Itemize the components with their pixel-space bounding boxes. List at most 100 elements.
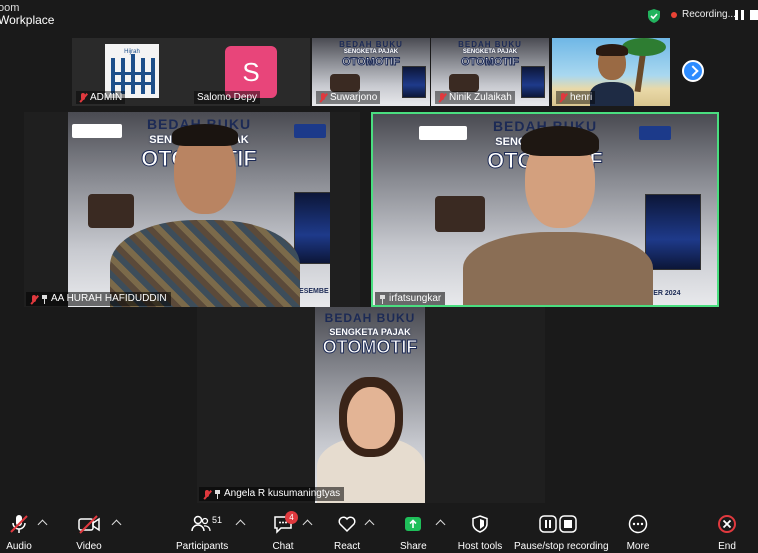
mic-off-icon bbox=[30, 294, 38, 304]
video-label: Video bbox=[76, 541, 102, 552]
gallery-tile-ninik[interactable]: BEDAH BUKU SENGKETA PAJAK OTOMOTIF Ninik… bbox=[431, 38, 549, 106]
svg-text:Hijrah: Hijrah bbox=[124, 49, 140, 55]
gallery-name-suwarjono: Suwarjono bbox=[316, 91, 381, 104]
speaker-name-irfatsungkar: irfatsungkar bbox=[375, 292, 446, 305]
end-label: End bbox=[718, 541, 736, 552]
book-cover bbox=[645, 194, 701, 270]
pin-icon bbox=[379, 294, 386, 304]
video-options-chevron-icon[interactable] bbox=[111, 519, 122, 530]
speaker-tile-angela[interactable]: BEDAH BUKU SENGKETA PAJAK OTOMOTIF Angel… bbox=[197, 307, 545, 503]
host-tools-button[interactable]: Host tools bbox=[456, 513, 504, 552]
share-label: Share bbox=[400, 541, 427, 552]
banner-subtitle: SENGKETA PAJAK bbox=[462, 49, 518, 55]
hijrah-logo-icon: Hijrah bbox=[105, 44, 159, 98]
mic-off-icon bbox=[438, 93, 446, 102]
chat-options-chevron-icon[interactable] bbox=[302, 519, 313, 530]
next-page-button[interactable] bbox=[682, 60, 704, 82]
banner-subtitle: SENGKETA PAJAK bbox=[329, 327, 411, 337]
participant-name: Angela R kusumaningtyas bbox=[224, 488, 341, 499]
participant-name: ADMIN bbox=[90, 92, 123, 103]
share-screen-icon bbox=[405, 517, 421, 531]
participants-count: 51 bbox=[212, 515, 223, 525]
participants-label: Participants bbox=[176, 541, 229, 552]
recording-dot-icon bbox=[671, 12, 677, 18]
title-bar: oom Workplace Recording... bbox=[0, 0, 758, 32]
participants-button[interactable]: 51 Participants bbox=[176, 513, 229, 552]
end-meeting-button[interactable]: End bbox=[714, 513, 740, 552]
gavel-image bbox=[449, 74, 479, 92]
gallery-name-salomo: Salomo Depy bbox=[194, 91, 261, 104]
recording-controls-icon bbox=[539, 515, 577, 533]
avatar-body bbox=[590, 82, 634, 106]
book-cover bbox=[521, 66, 545, 98]
book-cover bbox=[294, 192, 330, 264]
video-button[interactable]: Video bbox=[74, 513, 104, 552]
speaker-head bbox=[347, 387, 395, 449]
book-cover bbox=[402, 66, 426, 98]
react-label: React bbox=[334, 541, 361, 552]
audio-button[interactable]: Audio bbox=[4, 513, 34, 552]
gallery-name-henri: henri bbox=[556, 91, 596, 104]
audio-label: Audio bbox=[6, 541, 32, 552]
meeting-toolbar: Audio Video 51 Participants 4 Chat React… bbox=[0, 509, 758, 553]
recording-label: Pause/stop recording bbox=[514, 541, 609, 552]
gallery-tile-salomo[interactable]: S Salomo Depy bbox=[192, 38, 310, 106]
banner-title: BEDAH BUKU bbox=[324, 311, 416, 325]
participants-options-chevron-icon[interactable] bbox=[235, 519, 246, 530]
pause-recording-icon[interactable] bbox=[735, 10, 745, 20]
react-options-chevron-icon[interactable] bbox=[364, 519, 375, 530]
speaker-name-angela: Angela R kusumaningtyas bbox=[199, 487, 345, 501]
gavel-image bbox=[88, 194, 134, 228]
mic-off-icon bbox=[319, 93, 327, 102]
video-off-icon bbox=[78, 515, 100, 534]
banner-subject: OTOMOTIF bbox=[322, 337, 418, 358]
react-button[interactable]: React bbox=[334, 513, 360, 552]
shield-icon[interactable] bbox=[646, 8, 662, 24]
more-icon bbox=[628, 514, 648, 534]
gallery-name-admin: ADMIN bbox=[76, 91, 126, 104]
stop-recording-icon[interactable] bbox=[750, 10, 758, 20]
gallery-name-ninik: Ninik Zulaikah bbox=[435, 91, 515, 104]
participant-name: Suwarjono bbox=[330, 92, 378, 103]
speaker-hair bbox=[521, 126, 599, 156]
chat-button[interactable]: 4 Chat bbox=[270, 511, 298, 552]
participant-name: Salomo Depy bbox=[197, 92, 258, 103]
host-tools-label: Host tools bbox=[457, 541, 503, 552]
gavel-image bbox=[330, 74, 360, 92]
recording-label: Recording... bbox=[682, 9, 736, 20]
gallery-tile-henri[interactable]: henri bbox=[552, 38, 670, 106]
pin-icon bbox=[41, 294, 48, 304]
more-label: More bbox=[626, 541, 650, 552]
app-title-line2: Workplace bbox=[0, 13, 55, 27]
speaker-tile-hafiduddin[interactable]: BEDAH BUKU SENGKETA PAJAK OTOMOTIF DESEM… bbox=[24, 112, 360, 307]
mic-off-icon bbox=[559, 93, 567, 102]
share-options-chevron-icon[interactable] bbox=[435, 519, 446, 530]
pin-icon bbox=[214, 489, 221, 499]
shield-icon bbox=[472, 515, 488, 533]
speaker-name-hafiduddin: AA HURAH HAFIDUDDIN bbox=[26, 292, 171, 306]
participant-name: AA HURAH HAFIDUDDIN bbox=[51, 293, 167, 304]
speaker-tile-irfatsungkar[interactable]: BEDAH BUKU SENGKETA PAJAK OTOMOTIF SEMBE… bbox=[371, 112, 719, 307]
audio-options-chevron-icon[interactable] bbox=[37, 519, 48, 530]
mic-off-icon bbox=[203, 489, 211, 499]
participant-name: Ninik Zulaikah bbox=[449, 92, 512, 103]
pause-stop-recording-button[interactable]: Pause/stop recording bbox=[514, 513, 609, 552]
gallery-tile-suwarjono[interactable]: BEDAH BUKU SENGKETA PAJAK OTOMOTIF Suwar… bbox=[312, 38, 430, 106]
banner-title: BEDAH BUKU bbox=[339, 40, 403, 49]
heart-icon bbox=[338, 516, 356, 533]
banner-title: BEDAH BUKU bbox=[458, 40, 522, 49]
app-title: oom Workplace bbox=[0, 2, 54, 26]
more-button[interactable]: More bbox=[624, 513, 652, 552]
chat-label: Chat bbox=[272, 541, 294, 552]
speaker-body bbox=[463, 232, 653, 305]
mic-muted-icon bbox=[10, 515, 28, 533]
speaker-hair bbox=[172, 124, 238, 146]
share-button[interactable]: Share bbox=[400, 513, 427, 552]
participants-icon bbox=[191, 515, 211, 532]
participant-name: henri bbox=[570, 92, 593, 103]
mic-off-icon bbox=[79, 93, 87, 102]
banner-subtitle: SENGKETA PAJAK bbox=[343, 49, 399, 55]
end-call-icon bbox=[718, 515, 736, 533]
avatar-hair bbox=[596, 44, 628, 56]
participant-name: irfatsungkar bbox=[389, 293, 442, 304]
